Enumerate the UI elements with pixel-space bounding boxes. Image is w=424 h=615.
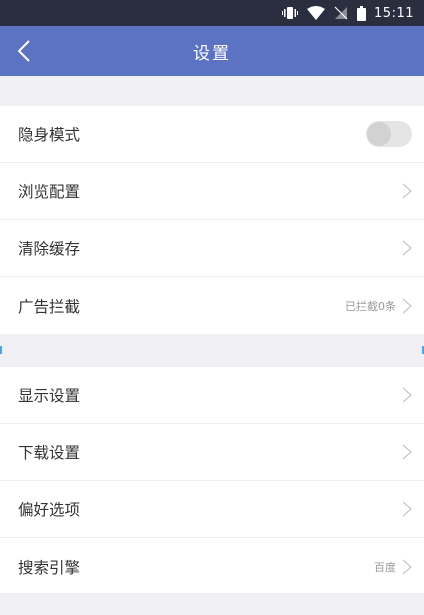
setting-label: 清除缓存 (18, 240, 81, 258)
chevron-right-icon (402, 298, 412, 314)
setting-label: 浏览配置 (18, 183, 81, 201)
setting-clear-cache[interactable]: 清除缓存 (0, 220, 424, 277)
status-time: 15:11 (374, 5, 414, 21)
chevron-left-icon (17, 40, 30, 62)
bottom-spacer (0, 593, 424, 615)
setting-label: 显示设置 (18, 387, 81, 405)
setting-preferences[interactable]: 偏好选项 (0, 481, 424, 538)
page-title: 设置 (193, 43, 231, 64)
setting-download[interactable]: 下载设置 (0, 424, 424, 481)
wifi-icon (307, 6, 326, 20)
settings-group-2: 显示设置 下载设置 偏好选项 搜索引擎 百度 (0, 367, 424, 593)
setting-browse-config[interactable]: 浏览配置 (0, 163, 424, 220)
incognito-toggle[interactable] (366, 121, 412, 147)
toggle-knob (367, 122, 391, 146)
title-bar: 设置 (0, 26, 424, 76)
setting-label: 广告拦截 (18, 297, 81, 316)
setting-incognito-mode[interactable]: 隐身模式 (0, 106, 424, 163)
chevron-right-icon (402, 387, 412, 403)
setting-label: 隐身模式 (18, 126, 81, 144)
setting-display[interactable]: 显示设置 (0, 367, 424, 424)
setting-label: 搜索引擎 (18, 558, 81, 577)
chevron-right-icon (402, 501, 412, 517)
no-sim-icon (334, 6, 348, 20)
chevron-right-icon (402, 240, 412, 256)
search-engine-value: 百度 (374, 560, 396, 574)
battery-icon (357, 5, 367, 21)
status-bar: 15:11 (0, 0, 424, 26)
setting-label: 偏好选项 (18, 501, 81, 519)
setting-ad-block[interactable]: 广告拦截 已拦截0条 (0, 277, 424, 334)
chevron-right-icon (402, 183, 412, 199)
chevron-right-icon (402, 559, 412, 575)
settings-group-1: 隐身模式 浏览配置 清除缓存 广告拦截 已拦截0条 (0, 106, 424, 334)
ad-block-count: 已拦截0条 (345, 299, 396, 313)
chevron-right-icon (402, 444, 412, 460)
vibrate-icon (282, 6, 299, 20)
setting-search-engine[interactable]: 搜索引擎 百度 (0, 538, 424, 595)
edge-marker (0, 346, 2, 354)
back-button[interactable] (12, 39, 36, 63)
setting-label: 下载设置 (18, 444, 81, 462)
